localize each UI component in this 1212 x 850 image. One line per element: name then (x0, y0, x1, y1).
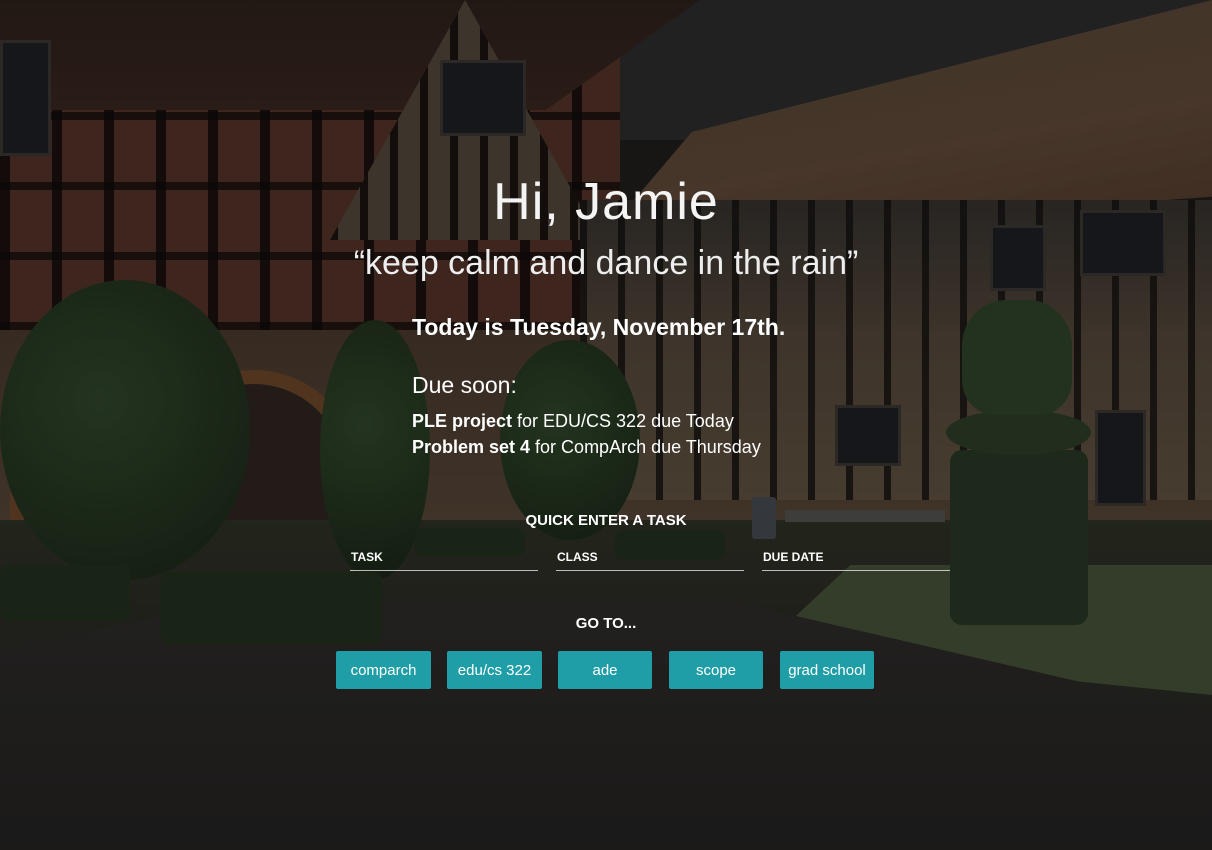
goto-edu-cs-322-button[interactable]: edu/cs 322 (447, 651, 542, 689)
motto-quote: “keep calm and dance in the rain” (353, 244, 859, 282)
due-item-detail: for CompArch due Thursday (530, 437, 761, 457)
task-field (350, 544, 538, 571)
due-date-input[interactable] (762, 544, 950, 570)
greeting-heading: Hi, Jamie (493, 173, 719, 231)
quick-enter-title: QUICK ENTER A TASK (525, 512, 687, 529)
goto-title: GO TO... (575, 615, 637, 632)
dashboard: Hi, Jamie “keep calm and dance in the ra… (0, 0, 1212, 850)
due-item: Problem set 4 for CompArch due Thursday (412, 434, 761, 460)
due-item: PLE project for EDU/CS 322 due Today (412, 408, 761, 434)
goto-scope-button[interactable]: scope (669, 651, 763, 689)
today-date: Today is Tuesday, November 17th. (412, 314, 786, 340)
due-item-detail: for EDU/CS 322 due Today (512, 411, 734, 431)
due-soon-heading: Due soon: (412, 372, 517, 398)
due-item-task: PLE project (412, 411, 513, 431)
class-input[interactable] (556, 544, 744, 570)
class-field (556, 544, 744, 571)
due-date-field (762, 544, 950, 571)
due-item-task: Problem set 4 (412, 437, 531, 457)
goto-comparch-button[interactable]: comparch (336, 651, 431, 689)
due-soon-list: PLE project for EDU/CS 322 due Today Pro… (412, 408, 761, 460)
goto-grad-school-button[interactable]: grad school (780, 651, 874, 689)
goto-ade-button[interactable]: ade (558, 651, 652, 689)
task-input[interactable] (350, 544, 538, 570)
